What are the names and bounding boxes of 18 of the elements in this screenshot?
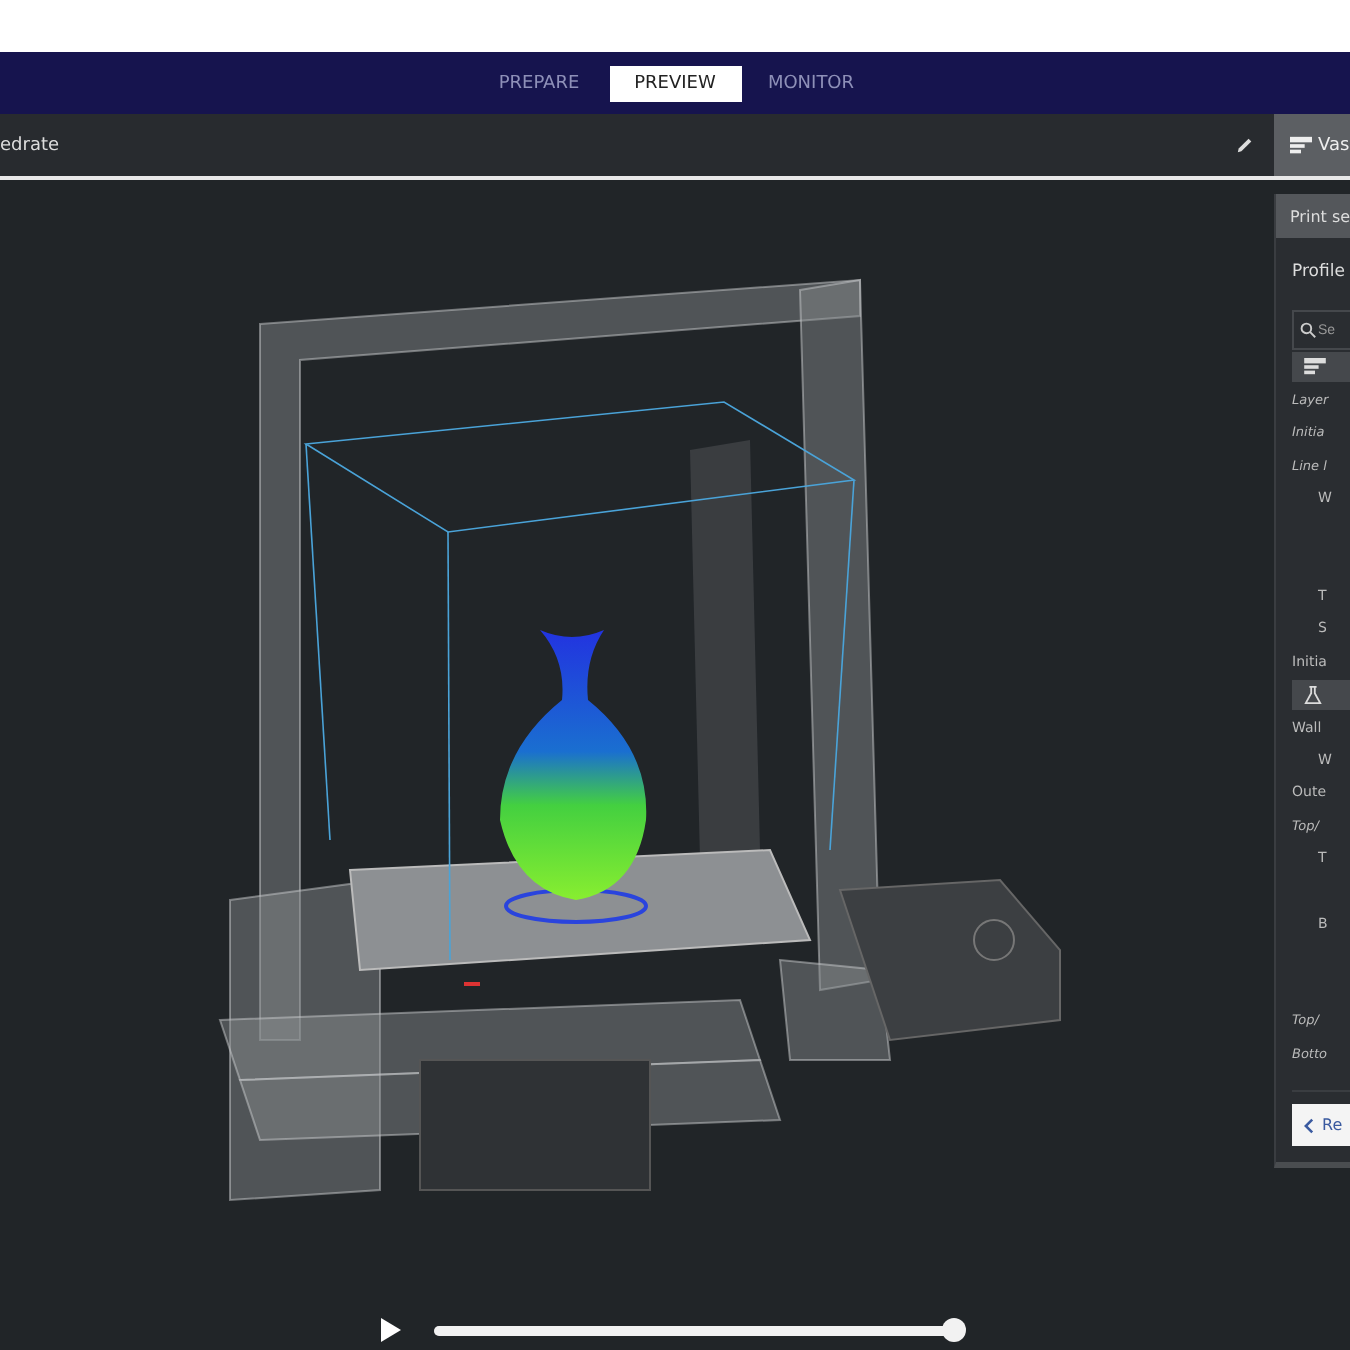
profile-label: Profile: [1292, 262, 1347, 286]
stage-tab[interactable]: MONITOR: [745, 65, 877, 101]
category-header[interactable]: [1292, 679, 1350, 710]
slider-handle[interactable]: [942, 1318, 966, 1342]
category-header[interactable]: [1292, 352, 1350, 382]
pencil-icon[interactable]: [1236, 136, 1254, 154]
settings-list-icon: [1290, 135, 1312, 155]
stage-tab[interactable]: PREVIEW: [609, 65, 741, 101]
stage-tab[interactable]: PREPARE: [473, 65, 605, 101]
layers-icon: [1304, 358, 1326, 376]
profile-button[interactable]: Vas: [1274, 114, 1350, 176]
view-type-label[interactable]: edrate: [0, 135, 60, 155]
chevron-left-icon: [1304, 1117, 1314, 1133]
play-icon[interactable]: [380, 1318, 402, 1342]
search-icon: [1300, 322, 1316, 338]
panel-title: Print se: [1290, 207, 1350, 225]
recommended-button[interactable]: Re: [1292, 1104, 1350, 1146]
flask-icon: [1304, 685, 1322, 704]
